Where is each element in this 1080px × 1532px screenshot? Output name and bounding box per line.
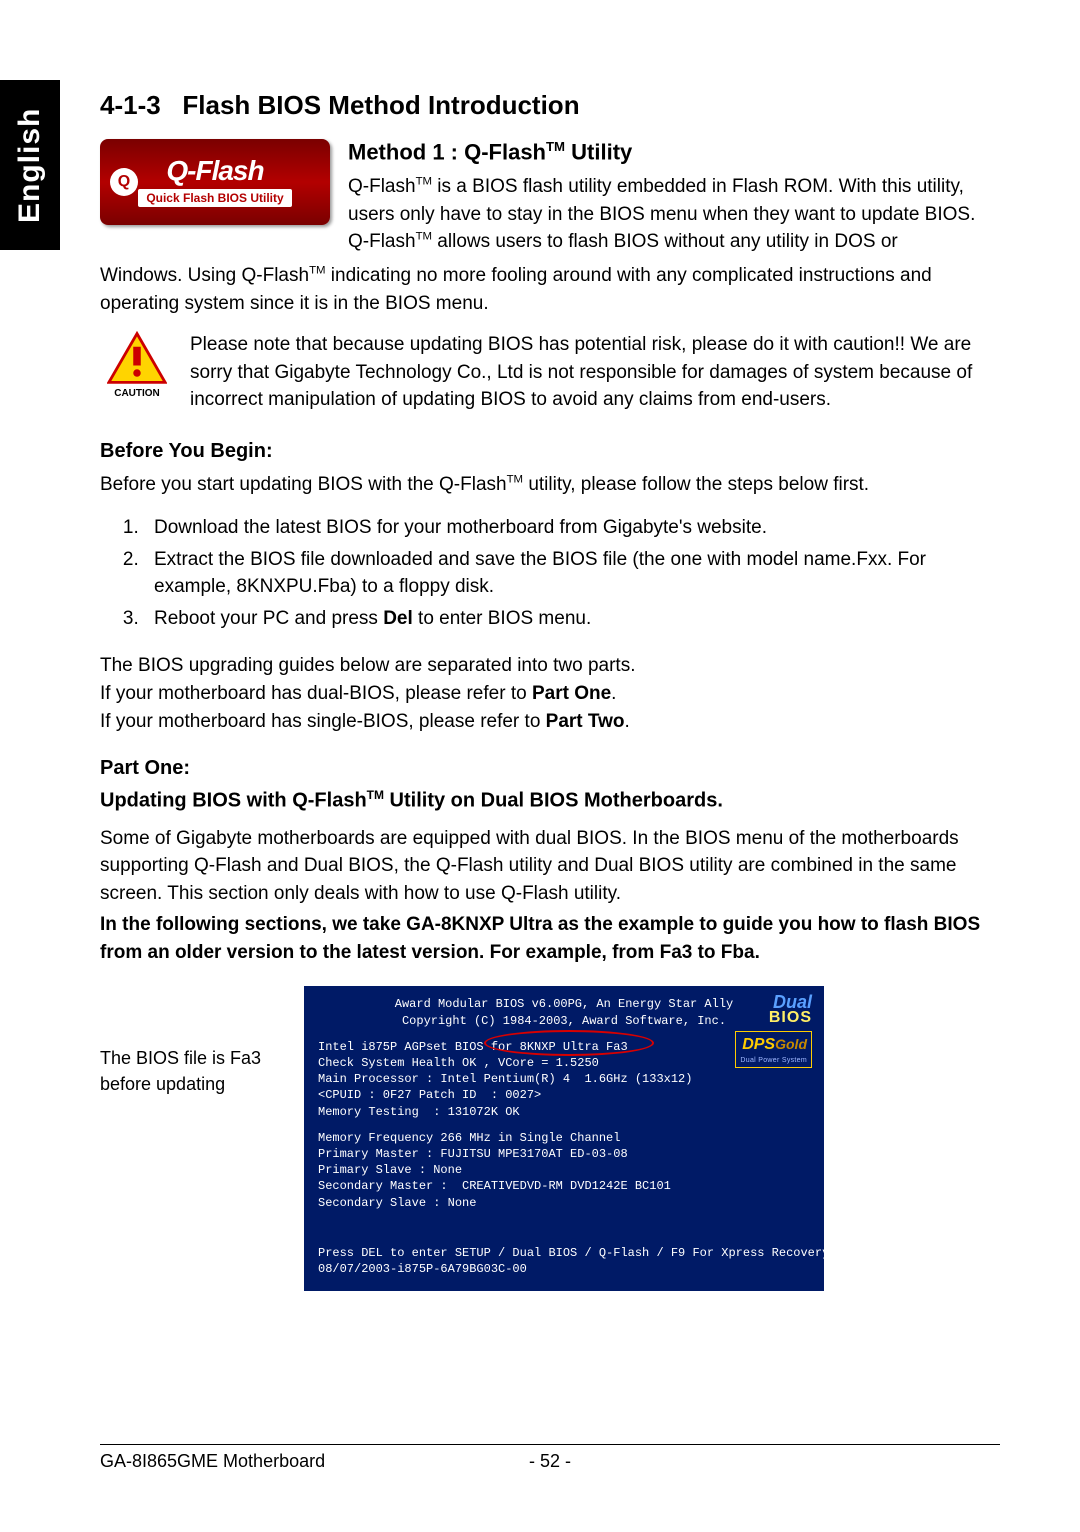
page-footer: GA-8I865GME Motherboard - 52 - <box>100 1444 1000 1472</box>
bios-caption: The BIOS file is Fa3 before updating <box>100 986 280 1096</box>
caution-icon: CAUTION <box>100 331 174 414</box>
guides-line2: If your motherboard has dual-BIOS, pleas… <box>100 680 1000 708</box>
bios-line-10: Secondary Slave : None <box>318 1195 810 1211</box>
bios-line-3: Main Processor : Intel Pentium(R) 4 1.6G… <box>318 1071 810 1087</box>
before-intro-a: Before you start updating BIOS with the … <box>100 474 507 495</box>
bios-line-6: Memory Frequency 266 MHz in Single Chann… <box>318 1130 810 1146</box>
footer-center: - 52 - <box>529 1451 571 1472</box>
bios-line-8: Primary Slave : None <box>318 1162 810 1178</box>
bios-line-4: <CPUID : 0F27 Patch ID : 0027> <box>318 1087 810 1103</box>
section-number: 4-1-3 <box>100 90 161 120</box>
badge-dps-g: Gold <box>775 1036 807 1052</box>
guides-line3-b: Part Two <box>546 711 625 732</box>
guides-line3-c: . <box>625 711 630 732</box>
guides-line1: The BIOS upgrading guides below are sepa… <box>100 652 1000 680</box>
bios-line-5: Memory Testing : 131072K OK <box>318 1104 810 1120</box>
tm-mark: TM <box>416 176 432 188</box>
before-intro: Before you start updating BIOS with the … <box>100 471 1000 499</box>
bios-badge: Dual BIOS DPSGold Dual Power System <box>735 994 812 1068</box>
section-title: Flash BIOS Method Introduction <box>182 90 579 120</box>
before-heading: Before You Begin: <box>100 440 1000 463</box>
badge-dps-sub: Dual Power System <box>740 1056 807 1065</box>
steps-list: Download the latest BIOS for your mother… <box>100 514 1000 632</box>
guides-line2-a: If your motherboard has dual-BIOS, pleas… <box>100 683 532 704</box>
guides-line2-b: Part One <box>532 683 611 704</box>
intro-1c: allows users to flash BIOS without any u… <box>432 231 898 252</box>
intro-2a: Windows. Using Q-Flash <box>100 265 309 286</box>
qflash-logo-small: Quick Flash BIOS Utility <box>138 189 291 207</box>
section-heading: 4-1-3 Flash BIOS Method Introduction <box>100 90 1000 121</box>
badge-dps-d: DPS <box>742 1036 775 1053</box>
bios-body: Intel i875P AGPset BIOS for 8KNXP Ultra … <box>318 1039 810 1277</box>
step-2: Extract the BIOS file downloaded and sav… <box>144 546 1000 601</box>
step-1: Download the latest BIOS for your mother… <box>144 514 1000 542</box>
bios-line-12: 08/07/2003-i875P-6A79BG03C-00 <box>318 1261 810 1277</box>
part-one-sub-a: Updating BIOS with Q-Flash <box>100 790 367 812</box>
tm-mark: TM <box>416 231 432 243</box>
part-one-para: Some of Gigabyte motherboards are equipp… <box>100 825 1000 908</box>
qflash-logo-dot: Q <box>110 168 138 196</box>
guides-line3: If your motherboard has single-BIOS, ple… <box>100 708 1000 736</box>
guides-line2-c: . <box>611 683 616 704</box>
caution-block: CAUTION Please note that because updatin… <box>100 331 1000 414</box>
part-one-subheading: Updating BIOS with Q-FlashTM Utility on … <box>100 788 1000 813</box>
bios-screen: Dual BIOS DPSGold Dual Power System Awar… <box>304 986 824 1291</box>
intro-paragraph-wrap: Windows. Using Q-FlashTM indicating no m… <box>100 262 1000 317</box>
guides-block: The BIOS upgrading guides below are sepa… <box>100 652 1000 735</box>
bios-line-7: Primary Master : FUJITSU MPE3170AT ED-03… <box>318 1146 810 1162</box>
intro-1a: Q-Flash <box>348 176 416 197</box>
bios-line-9: Secondary Master : CREATIVEDVD-RM DVD124… <box>318 1178 810 1194</box>
method-heading-post: Utility <box>565 139 632 164</box>
caution-text: Please note that because updating BIOS h… <box>190 331 1000 414</box>
method-heading: Method 1 : Q-FlashTM Utility <box>348 139 1000 165</box>
part-one-sub-b: Utility on Dual BIOS Motherboards. <box>384 790 723 812</box>
language-tab: English <box>0 80 60 250</box>
step-3: Reboot your PC and press Del to enter BI… <box>144 605 1000 633</box>
guides-line3-a: If your motherboard has single-BIOS, ple… <box>100 711 546 732</box>
part-one-heading: Part One: <box>100 757 1000 780</box>
tm-mark: TM <box>546 139 565 154</box>
footer-right <box>571 1451 1000 1472</box>
tm-mark: TM <box>367 788 384 802</box>
before-intro-b: utility, please follow the steps below f… <box>523 474 869 495</box>
qflash-logo-big: Q-Flash <box>166 157 263 185</box>
method-heading-pre: Method 1 : Q-Flash <box>348 139 546 164</box>
qflash-logo: Q Q-Flash Quick Flash BIOS Utility <box>100 139 330 225</box>
badge-bios: BIOS <box>735 1011 812 1025</box>
bios-figure: The BIOS file is Fa3 before updating Dua… <box>100 986 1000 1291</box>
badge-dps: DPSGold Dual Power System <box>735 1031 812 1068</box>
bios-line-11: Press DEL to enter SETUP / Dual BIOS / Q… <box>318 1245 810 1261</box>
caution-label: CAUTION <box>100 388 174 399</box>
part-one-bold: In the following sections, we take GA-8K… <box>100 911 1000 966</box>
page-content: 4-1-3 Flash BIOS Method Introduction Q Q… <box>100 90 1000 1291</box>
intro-paragraph-right: Q-FlashTM is a BIOS flash utility embedd… <box>348 173 1000 256</box>
tm-mark: TM <box>309 265 325 277</box>
tm-mark: TM <box>507 473 523 485</box>
footer-left: GA-8I865GME Motherboard <box>100 1451 529 1472</box>
